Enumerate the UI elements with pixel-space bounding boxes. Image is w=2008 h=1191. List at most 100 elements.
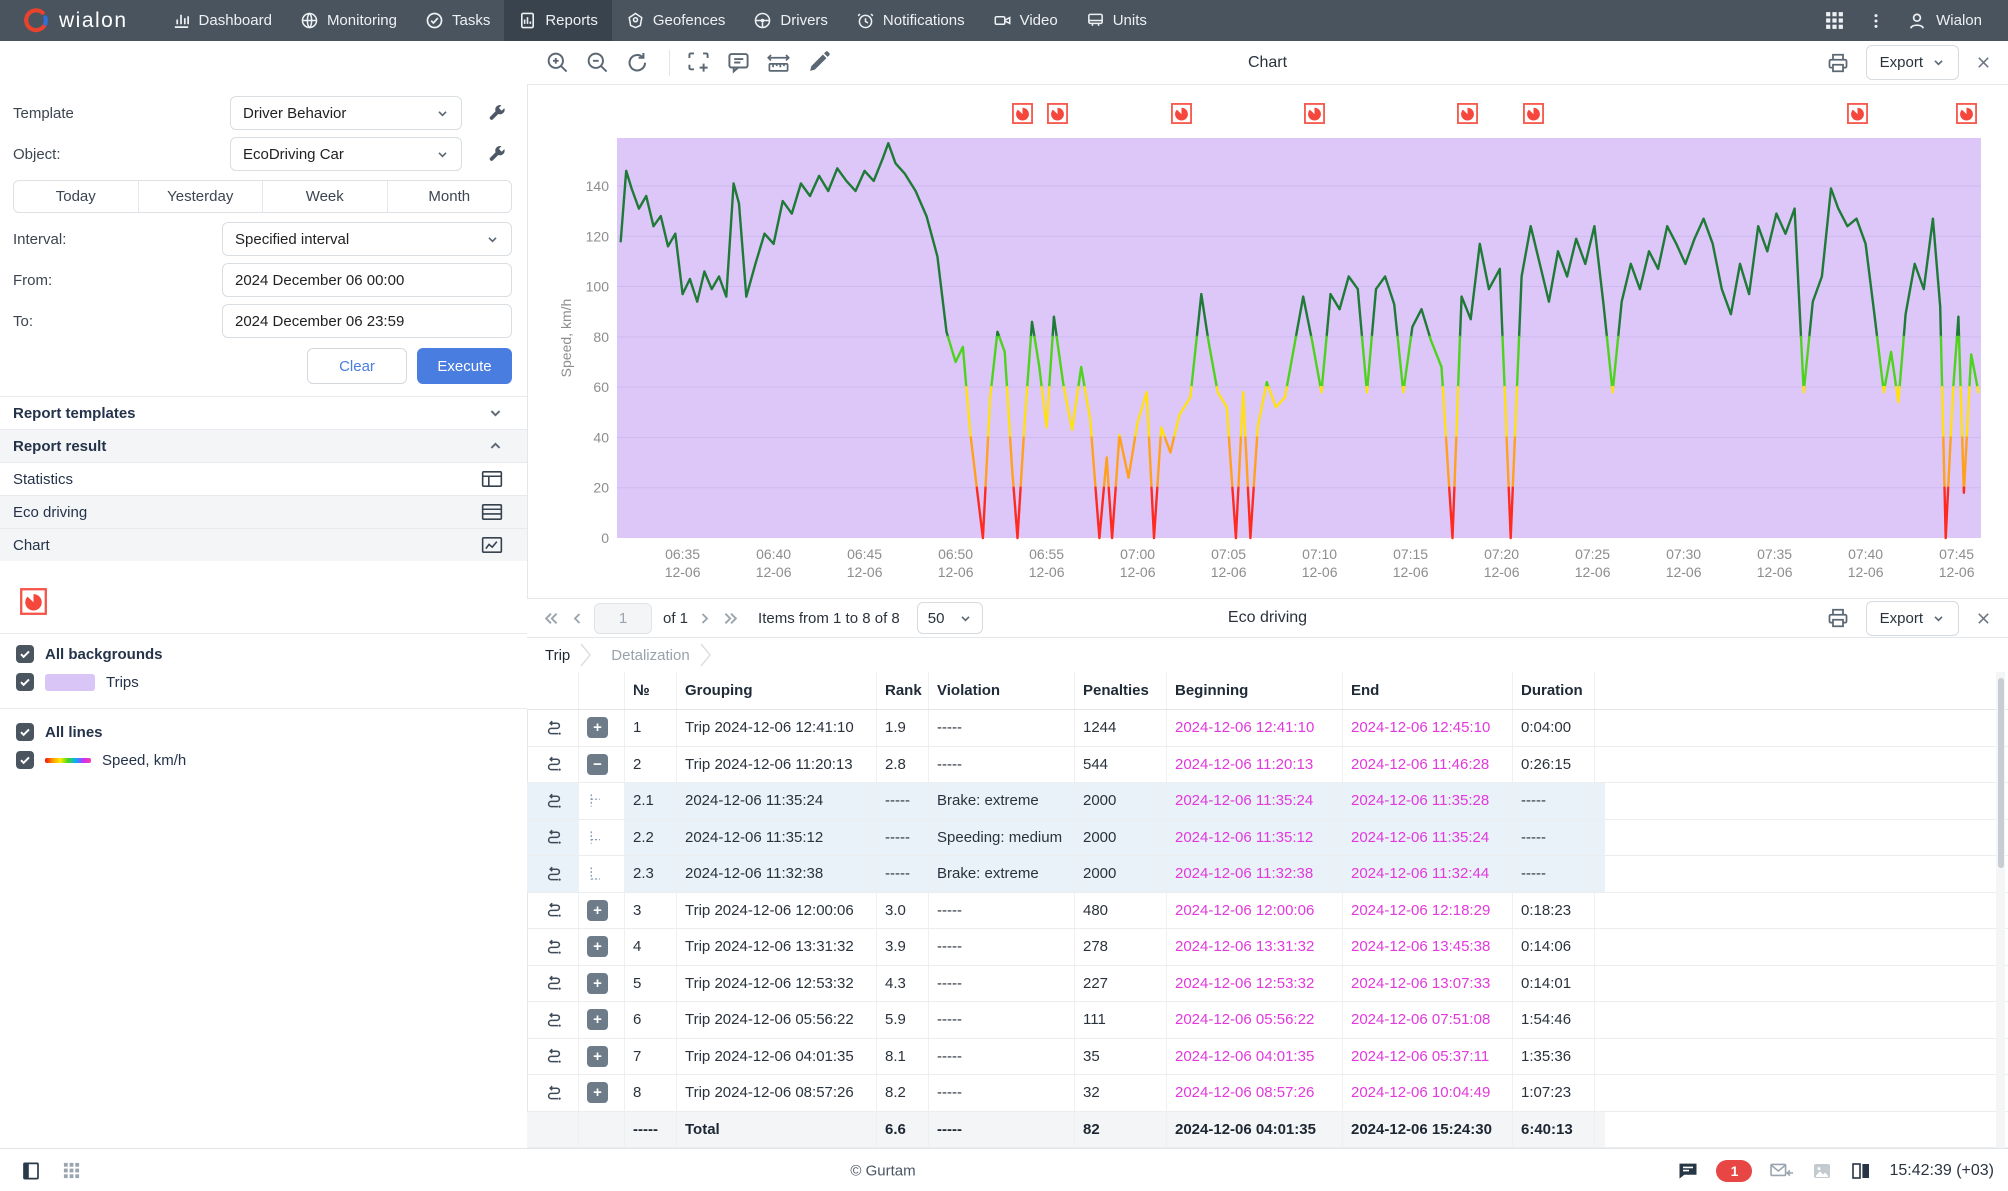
cell-beginning[interactable]: 2024-12-06 04:01:35 [1175,1048,1314,1065]
route-icon[interactable] [545,755,563,773]
sidebar-section-chart[interactable]: Chart [0,528,527,561]
route-icon[interactable] [545,1011,563,1029]
cell-beginning[interactable]: 2024-12-06 12:00:06 [1175,902,1314,919]
cell-beginning[interactable]: 2024-12-06 11:35:12 [1175,829,1313,846]
route-icon[interactable] [545,719,563,737]
cell-beginning[interactable]: 2024-12-06 05:56:22 [1175,1011,1314,1028]
speedometer-violation-icon[interactable] [1956,103,1978,124]
route-icon[interactable] [545,974,563,992]
speedometer-violation-icon[interactable] [1847,103,1869,124]
columns-layout-icon[interactable] [1850,1160,1872,1182]
legend-group-all-lines[interactable]: All lines [16,723,103,741]
comment-icon[interactable] [726,50,751,75]
expand-row-button[interactable]: + [587,936,608,958]
cell-end[interactable]: 2024-12-06 12:45:10 [1351,719,1490,736]
route-icon[interactable] [545,938,563,956]
quick-range-month[interactable]: Month [388,181,512,212]
route-icon[interactable] [545,792,563,810]
cell-end[interactable]: 2024-12-06 12:18:29 [1351,902,1490,919]
nav-item-video[interactable]: Video [979,0,1072,41]
expand-row-button[interactable]: + [587,1082,608,1104]
header-cell-beginning[interactable]: Beginning [1167,672,1343,709]
cell-beginning[interactable]: 2024-12-06 11:35:24 [1175,792,1313,809]
image-icon[interactable] [1811,1160,1833,1182]
execute-button[interactable]: Execute [417,348,512,384]
print-icon[interactable] [1826,51,1850,75]
route-icon[interactable] [545,1084,563,1102]
chart-export-button[interactable]: Export [1865,45,1959,80]
first-page-icon[interactable] [543,610,560,627]
quick-range-yesterday[interactable]: Yesterday [139,181,263,212]
wialon-logo[interactable]: wialon [0,0,158,41]
speedometer-violation-icon[interactable] [1046,103,1068,124]
cell-end[interactable]: 2024-12-06 05:37:11 [1351,1048,1489,1065]
speedometer-violation-icon[interactable] [1304,103,1326,124]
eco-export-button[interactable]: Export [1865,600,1959,636]
route-icon[interactable] [545,828,563,846]
expand-row-button[interactable]: + [587,972,608,994]
prev-page-icon[interactable] [571,610,583,627]
cell-end[interactable]: 2024-12-06 07:51:08 [1351,1011,1490,1028]
cell-end[interactable]: 2024-12-06 11:46:28 [1351,756,1489,773]
table-scrollbar-thumb[interactable] [1997,678,2004,868]
page-number-input[interactable]: 1 [594,602,652,634]
cell-end[interactable]: 2024-12-06 10:04:49 [1351,1084,1490,1101]
panel-toggle-icon[interactable] [20,1160,42,1182]
clear-button[interactable]: Clear [307,348,407,384]
user-menu[interactable]: Wialon [1907,11,1982,31]
cell-beginning[interactable]: 2024-12-06 12:41:10 [1175,719,1314,736]
nav-item-tasks[interactable]: Tasks [411,0,504,41]
tab-detalization[interactable]: Detalization [593,647,697,664]
chart-table-icon[interactable] [481,536,503,554]
quick-range-today[interactable]: Today [14,181,139,212]
ruler-icon[interactable] [766,50,791,75]
route-icon[interactable] [545,865,563,883]
nav-item-monitoring[interactable]: Monitoring [286,0,411,41]
route-icon[interactable] [545,901,563,919]
chat-icon[interactable] [1677,1160,1699,1182]
header-cell-rank[interactable]: Rank [877,672,929,709]
print-icon[interactable] [1826,606,1850,630]
cell-beginning[interactable]: 2024-12-06 11:32:38 [1175,865,1313,882]
zoom-out-icon[interactable] [585,50,610,75]
kebab-menu-icon[interactable] [1867,12,1885,30]
speedometer-violation-icon[interactable] [1170,103,1192,124]
header-cell-num[interactable]: № [625,672,677,709]
speedometer-violation-icon[interactable] [1012,103,1034,124]
cell-beginning[interactable]: 2024-12-06 12:53:32 [1175,975,1314,992]
close-icon[interactable] [1975,610,1992,627]
speed-chart[interactable]: 0 20 40 60 80 100 120 140 Speed, km/h 06:35 12-06 0… [527,85,2008,598]
nav-item-units[interactable]: Units [1072,0,1161,41]
nav-item-dashboard[interactable]: Dashboard [158,0,286,41]
object-select[interactable]: EcoDriving Car [230,137,462,171]
header-cell-grouping[interactable]: Grouping [677,672,877,709]
cell-beginning[interactable]: 2024-12-06 08:57:26 [1175,1084,1314,1101]
close-icon[interactable] [1975,54,1992,71]
apps-grid-small-icon[interactable] [62,1161,81,1180]
object-settings-wrench-icon[interactable] [487,144,507,164]
sidebar-section-statistics[interactable]: Statistics [0,462,527,495]
header-cell-violation[interactable]: Violation [929,672,1075,709]
to-date-input[interactable]: 2024 December 06 23:59 [222,304,512,338]
cell-beginning[interactable]: 2024-12-06 11:20:13 [1175,756,1313,773]
template-select[interactable]: Driver Behavior [230,96,462,130]
tab-trip[interactable]: Trip [527,647,578,664]
cell-end[interactable]: 2024-12-06 11:35:24 [1351,829,1489,846]
checkbox-checked[interactable] [16,673,34,691]
cell-end[interactable]: 2024-12-06 13:45:38 [1351,938,1490,955]
nav-item-reports[interactable]: Reports [504,0,612,41]
route-icon[interactable] [545,1047,563,1065]
checkbox-checked[interactable] [16,723,34,741]
apps-grid-icon[interactable] [1824,10,1845,31]
expand-row-button[interactable]: + [587,1045,608,1067]
speedometer-violation-icon[interactable] [1522,103,1544,124]
speedometer-violation-icon[interactable] [20,588,47,615]
nav-item-geofences[interactable]: Geofences [612,0,740,41]
pencil-icon[interactable] [806,50,831,75]
cell-end[interactable]: 2024-12-06 11:35:28 [1351,792,1489,809]
header-cell-duration[interactable]: Duration [1513,672,1595,709]
statistics-table-icon[interactable] [481,470,503,488]
interval-select[interactable]: Specified interval [222,222,512,256]
notification-count-badge[interactable]: 1 [1716,1159,1753,1182]
header-cell-penalties[interactable]: Penalties [1075,672,1167,709]
